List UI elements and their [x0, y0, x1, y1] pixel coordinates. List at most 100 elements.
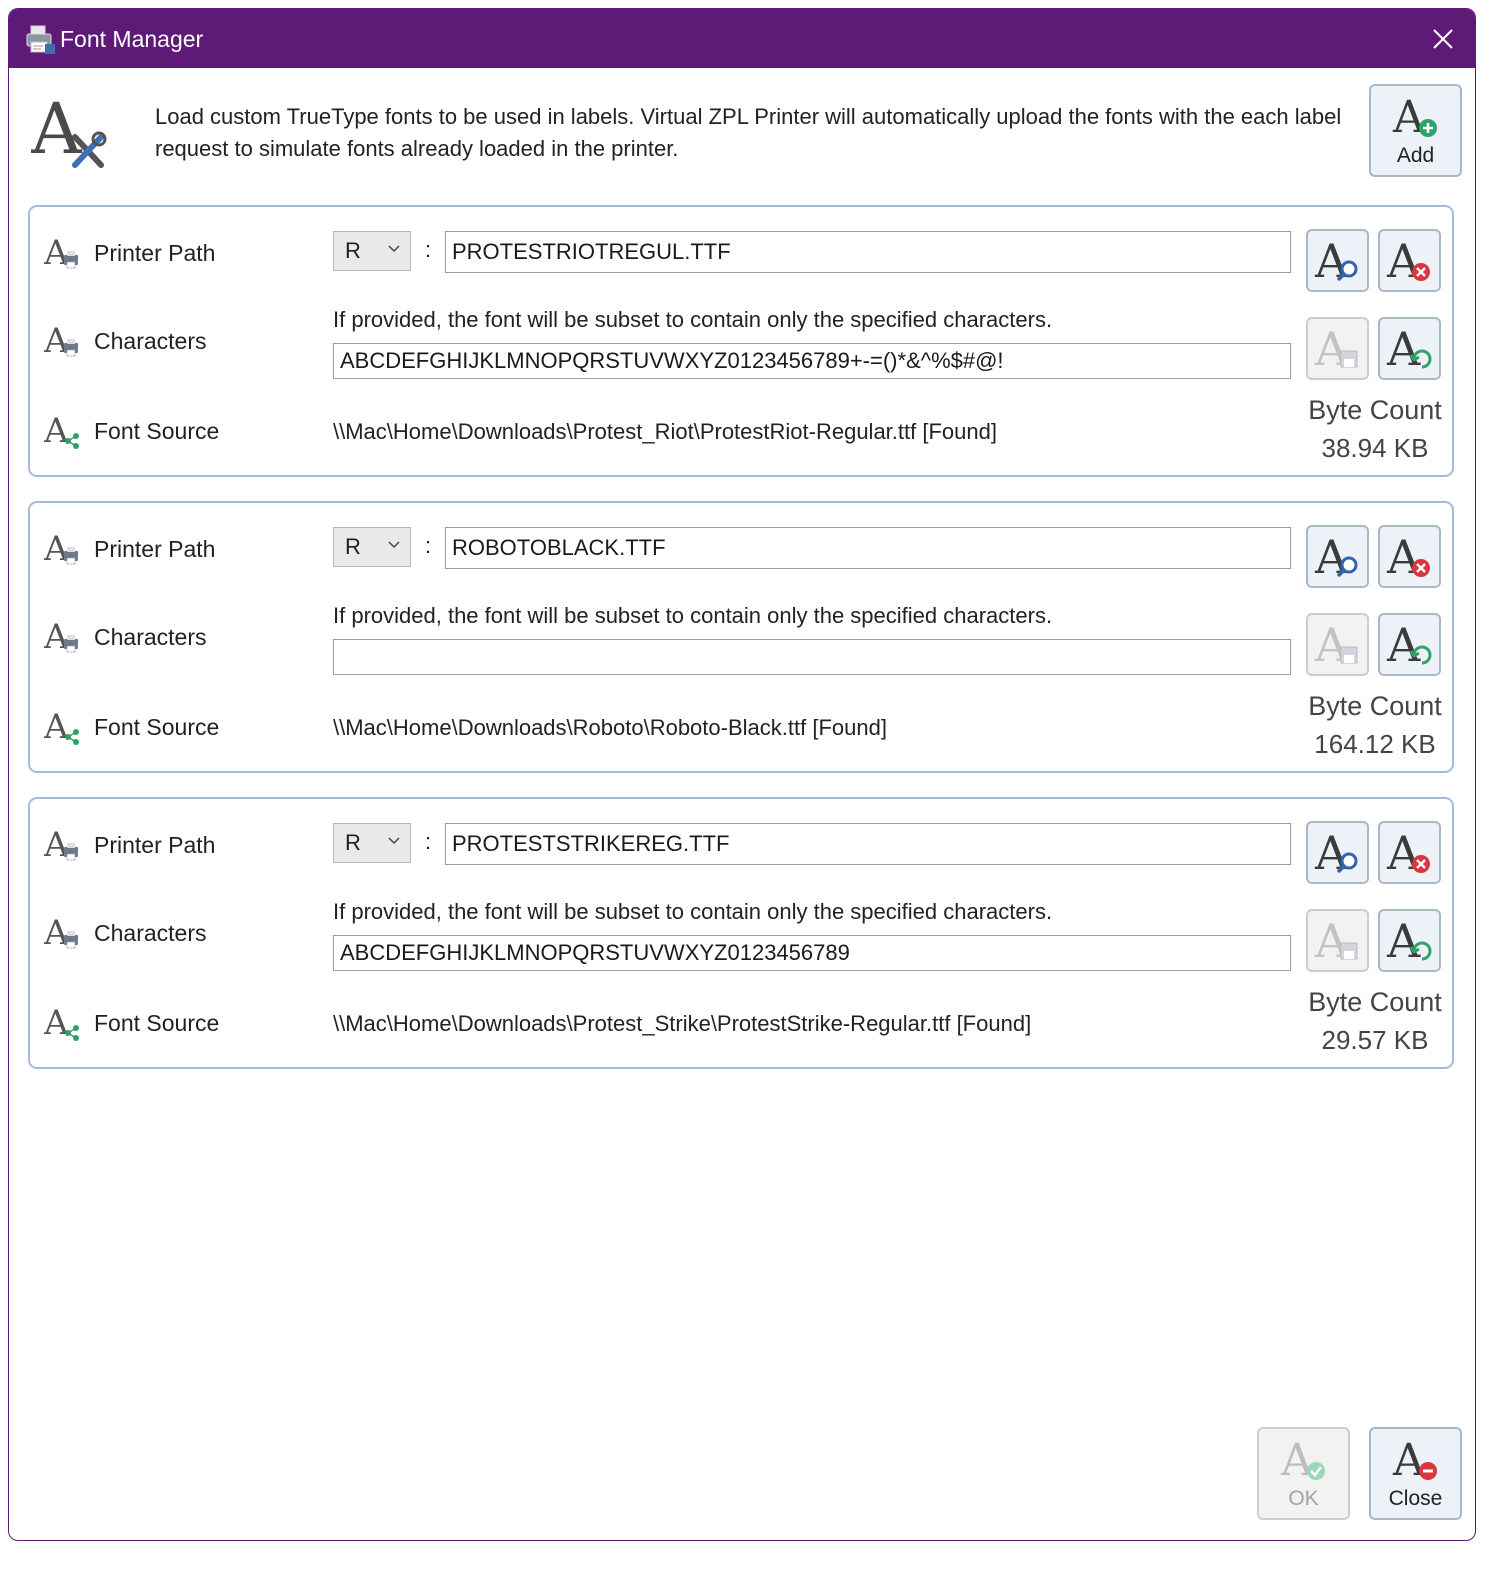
ok-button-label: OK — [1288, 1487, 1319, 1510]
font-search-icon: A — [1314, 235, 1358, 285]
header-description: Load custom TrueType fonts to be used in… — [155, 104, 1342, 161]
svg-text:A: A — [44, 915, 69, 951]
font-printer-icon: A — [44, 235, 78, 271]
printer-app-icon — [26, 25, 55, 54]
svg-text:A: A — [1314, 531, 1349, 581]
refresh-font-button[interactable]: A — [1378, 317, 1441, 380]
font-printer-icon: A — [44, 619, 78, 655]
characters-hint: If provided, the font will be subset to … — [333, 603, 1053, 628]
font-share-icon: A — [44, 413, 79, 449]
svg-text:A: A — [44, 709, 69, 745]
ok-button[interactable]: A OK — [1257, 1427, 1350, 1520]
font-source-path: \\Mac\Home\Downloads\Protest_Strike\Prot… — [333, 1011, 1032, 1036]
characters-input[interactable]: ABCDEFGHIJKLMNOPQRSTUVWXYZ0123456789+-=(… — [333, 343, 1291, 379]
font-source-label: Font Source — [94, 1010, 220, 1036]
font-delete-icon: A — [1386, 235, 1430, 285]
path-separator: : — [425, 829, 432, 854]
printer-path-input[interactable]: ROBOTOBLACK.TTF — [445, 527, 1291, 569]
svg-text:A: A — [1392, 1435, 1426, 1485]
find-font-button[interactable]: A — [1306, 229, 1369, 292]
byte-count-value: 164.12 KB — [1314, 729, 1436, 759]
characters-label: Characters — [94, 328, 207, 354]
font-refresh-icon: A — [1386, 619, 1432, 669]
printer-path-label: Printer Path — [94, 536, 216, 562]
save-subset-button[interactable]: A — [1306, 613, 1369, 676]
font-entry-card: A Printer Path R : PROTESTRIOTREGUL.TTF … — [28, 205, 1454, 477]
add-font-button[interactable]: A Add — [1369, 84, 1462, 177]
chevron-down-icon — [388, 541, 400, 549]
svg-text:A: A — [44, 619, 69, 655]
find-font-button[interactable]: A — [1306, 525, 1369, 588]
font-check-icon: A — [1280, 1435, 1325, 1485]
svg-text:A: A — [44, 235, 69, 271]
byte-count-label: Byte Count — [1308, 987, 1442, 1017]
svg-text:A: A — [1386, 323, 1421, 373]
font-manager-window: Font Manager A Load custom TrueType font… — [8, 8, 1476, 1541]
printer-path-label: Printer Path — [94, 240, 216, 266]
drive-select[interactable]: R — [333, 231, 411, 271]
font-delete-icon: A — [1386, 531, 1430, 581]
save-subset-button[interactable]: A — [1306, 317, 1369, 380]
refresh-font-button[interactable]: A — [1378, 909, 1441, 972]
characters-input[interactable]: ABCDEFGHIJKLMNOPQRSTUVWXYZ0123456789 — [333, 935, 1291, 971]
drive-select-value: R — [345, 830, 361, 855]
font-delete-icon: A — [1386, 827, 1430, 877]
chevron-down-icon — [388, 837, 400, 845]
drive-select[interactable]: R — [333, 823, 411, 863]
font-source-label: Font Source — [94, 714, 220, 740]
font-save-icon: A — [1314, 915, 1358, 965]
svg-text:A: A — [44, 1005, 69, 1041]
font-share-icon: A — [44, 709, 79, 745]
font-refresh-icon: A — [1386, 323, 1432, 373]
drive-select[interactable]: R — [333, 527, 411, 567]
window-title: Font Manager — [60, 26, 204, 52]
font-entry-card: A Printer Path R : ROBOTOBLACK.TTF A A A… — [28, 501, 1454, 773]
svg-text:A: A — [1314, 827, 1349, 877]
font-source-path: \\Mac\Home\Downloads\Roboto\Roboto-Black… — [333, 715, 887, 740]
printer-path-input[interactable]: PROTESTRIOTREGUL.TTF — [445, 231, 1291, 273]
byte-count-label: Byte Count — [1308, 395, 1442, 425]
byte-count-label: Byte Count — [1308, 691, 1442, 721]
drive-select-value: R — [345, 238, 361, 263]
svg-text:A: A — [44, 827, 69, 863]
find-font-button[interactable]: A — [1306, 821, 1369, 884]
font-remove-icon: A — [1392, 1435, 1437, 1485]
characters-input[interactable] — [333, 639, 1291, 675]
svg-text:A: A — [44, 413, 69, 449]
printer-path-input[interactable]: PROTESTSTRIKEREG.TTF — [445, 823, 1291, 865]
font-save-icon: A — [1314, 619, 1358, 669]
close-window-icon[interactable] — [1429, 25, 1457, 53]
font-printer-icon: A — [44, 323, 78, 359]
close-button[interactable]: A Close — [1369, 1427, 1462, 1520]
add-button-label: Add — [1396, 144, 1435, 167]
svg-text:A: A — [1280, 1435, 1314, 1485]
svg-text:A: A — [1386, 619, 1421, 669]
font-source-path: \\Mac\Home\Downloads\Protest_Riot\Protes… — [333, 419, 997, 444]
font-printer-icon: A — [44, 531, 78, 567]
path-separator: : — [425, 533, 432, 558]
font-printer-icon: A — [44, 827, 78, 863]
font-save-icon: A — [1314, 323, 1358, 373]
delete-font-button[interactable]: A — [1378, 229, 1441, 292]
svg-text:A: A — [44, 531, 69, 567]
font-tools-icon: A — [31, 93, 107, 170]
font-source-label: Font Source — [94, 418, 220, 444]
svg-text:A: A — [1314, 235, 1349, 285]
font-refresh-icon: A — [1386, 915, 1432, 965]
refresh-font-button[interactable]: A — [1378, 613, 1441, 676]
characters-label: Characters — [94, 920, 207, 946]
delete-font-button[interactable]: A — [1378, 525, 1441, 588]
svg-text:A: A — [44, 323, 69, 359]
svg-text:A: A — [31, 93, 83, 170]
chevron-down-icon — [388, 245, 400, 253]
close-button-label: Close — [1388, 1487, 1443, 1510]
font-add-icon: A — [1392, 92, 1437, 142]
save-subset-button[interactable]: A — [1306, 909, 1369, 972]
delete-font-button[interactable]: A — [1378, 821, 1441, 884]
svg-text:A: A — [1386, 915, 1421, 965]
characters-label: Characters — [94, 624, 207, 650]
characters-hint: If provided, the font will be subset to … — [333, 899, 1053, 924]
font-entry-card: A Printer Path R : PROTESTSTRIKEREG.TTF … — [28, 797, 1454, 1069]
path-separator: : — [425, 237, 432, 262]
font-printer-icon: A — [44, 915, 78, 951]
